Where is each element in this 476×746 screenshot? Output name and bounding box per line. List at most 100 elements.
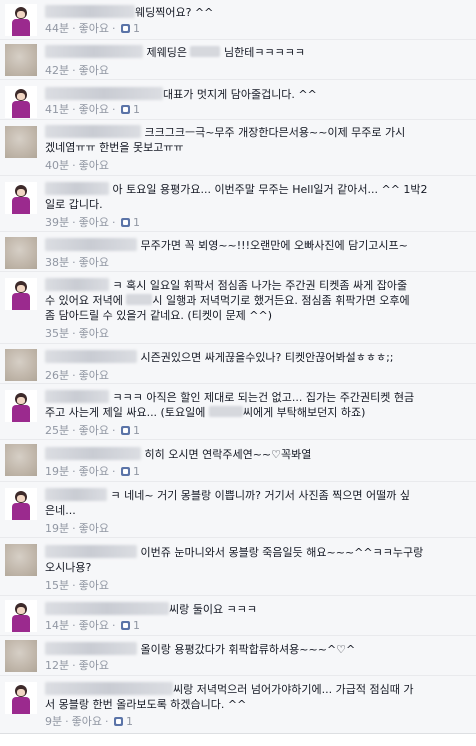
comment-body-line2: 겠네염ㅠㅠ 한번을 못보고ㅠㅠ [45,141,184,154]
comment-body-line2: 주고 사는게 제일 싸요... (토요일에 [45,406,206,419]
avatar[interactable] [5,86,37,118]
like-count[interactable]: 1 [133,619,140,632]
comment-text: 이번쥬 눈마니와서 몽블랑 죽음일듯 해요~~~^^ㅋㅋ누구랑 오시나용? [45,545,468,575]
comment-list: 웨딩찍어요? ^^ 44분 · 좋아요 · 1 제웨딩은 님한테ㅋㅋㅋㅋㅋ 42분 · 좋… [0,0,476,746]
like-thumb-icon [120,105,130,114]
timestamp[interactable]: 26분 [45,369,69,382]
comment-input[interactable] [0,733,476,746]
timestamp[interactable]: 9분 [45,715,62,728]
avatar[interactable] [5,4,37,36]
comment-text: ㅋ 혹시 일요일 휘팍서 점심좀 나가는 주간권 티켓좀 싸게 잡아줄 수 있어… [45,278,468,323]
timestamp[interactable]: 39분 [45,216,69,229]
author-name[interactable] [45,350,137,363]
avatar[interactable] [5,278,37,310]
timestamp[interactable]: 19분 [45,465,69,478]
comment-text: 무주가면 꼭 뵈영~~!!!오랜만에 오빠사진에 담기고시프~ [45,238,468,253]
avatar[interactable] [5,349,37,381]
like-count[interactable]: 1 [133,103,140,116]
avatar[interactable] [5,682,37,714]
like-count[interactable]: 1 [133,22,140,35]
avatar[interactable] [5,640,37,672]
comment-body-line2: 일로 갑니다. [45,198,103,211]
author-name[interactable] [45,87,163,100]
like-button[interactable]: 좋아요 [79,22,109,35]
comment-body-line2: 서 몽블랑 한번 올라보도록 하겠습니다. ^^ [45,698,247,711]
avatar[interactable] [5,237,37,269]
like-count[interactable]: 1 [126,715,133,728]
like-count[interactable]: 1 [133,216,140,229]
like-button[interactable]: 좋아요 [79,256,109,269]
author-name[interactable] [45,447,141,460]
avatar[interactable] [5,390,37,422]
timestamp[interactable]: 42분 [45,64,69,77]
timestamp[interactable]: 12분 [45,659,69,672]
comment: 씨랑 저녁먹으러 넘어가야하기에... 가급적 점심때 가 서 몽블랑 한번 올… [0,676,476,733]
author-name[interactable] [45,390,109,403]
author-name[interactable] [45,488,107,501]
comment: ㅋㅋㅋ 아직은 할인 제대로 되는건 없고... 집가는 주간권티켓 현금 주고… [0,384,476,440]
comment-body: 제웨딩은 [146,46,187,59]
avatar[interactable] [5,444,37,476]
comment-text: 아 토요일 용평가요... 이번주말 무주는 Hell일거 같아서... ^^ … [45,182,468,212]
author-name[interactable] [45,682,173,695]
comment: 무주가면 꼭 뵈영~~!!!오랜만에 오빠사진에 담기고시프~ 38분 · 좋아요 [0,232,476,272]
author-name[interactable] [45,182,109,195]
timestamp[interactable]: 14분 [45,619,69,632]
like-button[interactable]: 좋아요 [79,465,109,478]
author-name[interactable] [45,642,137,655]
author-name[interactable] [45,238,137,251]
comment-body: ㅋ 네네~ 거기 몽블랑 이쁩니까? 거기서 사진좀 찍으면 어떨까 싶 [110,489,411,502]
author-name[interactable] [45,602,169,615]
timestamp[interactable]: 38분 [45,256,69,269]
comment-body: 시즌권있으면 싸게끊을수있나? 티켓안끊어봐설ㅎㅎㅎ;; [140,351,394,364]
author-name[interactable] [45,45,143,58]
like-button[interactable]: 좋아요 [79,522,109,535]
like-button[interactable]: 좋아요 [79,216,109,229]
like-button[interactable]: 좋아요 [79,619,109,632]
like-button[interactable]: 좋아요 [79,369,109,382]
comment-meta: 9분 · 좋아요 · 1 [45,715,133,728]
like-button[interactable]: 좋아요 [79,579,109,592]
comment-meta: 38분 · 좋아요 [45,256,109,269]
timestamp[interactable]: 41분 [45,103,69,116]
comment-body-line2: 은네... [45,504,76,517]
timestamp[interactable]: 40분 [45,159,69,172]
like-thumb-icon [120,24,130,33]
like-button[interactable]: 좋아요 [79,64,109,77]
like-count[interactable]: 1 [133,465,140,478]
timestamp[interactable]: 35분 [45,327,69,340]
comment: 제웨딩은 님한테ㅋㅋㅋㅋㅋ 42분 · 좋아요 [0,40,476,80]
like-count[interactable]: 1 [133,424,140,437]
avatar[interactable] [5,126,37,158]
comment-meta: 44분 · 좋아요 · 1 [45,22,140,35]
like-button[interactable]: 좋아요 [79,103,109,116]
like-button[interactable]: 좋아요 [79,424,109,437]
comment-body: ㅋㅋㅋ 아직은 할인 제대로 되는건 없고... 집가는 주간권티켓 현금 [112,391,415,404]
like-button[interactable]: 좋아요 [79,659,109,672]
comment-meta: 39분 · 좋아요 · 1 [45,216,140,229]
author-name[interactable] [45,5,135,18]
avatar[interactable] [5,544,37,576]
timestamp[interactable]: 19분 [45,522,69,535]
author-name[interactable] [45,125,141,138]
avatar[interactable] [5,44,37,76]
author-name[interactable] [45,545,137,558]
like-button[interactable]: 좋아요 [79,159,109,172]
comment: ㅋ 혹시 일요일 휘팍서 점심좀 나가는 주간권 티켓좀 싸게 잡아줄 수 있어… [0,272,476,344]
comment-body: 무주가면 꼭 뵈영~~!!!오랜만에 오빠사진에 담기고시프~ [140,239,408,252]
comment-meta: 19분 · 좋아요 [45,522,109,535]
comment-text: 히히 오시면 연락주세연~~♡꼭봐열 [45,447,468,462]
author-name[interactable] [45,278,109,291]
avatar[interactable] [5,600,37,632]
timestamp[interactable]: 25분 [45,424,69,437]
avatar[interactable] [5,488,37,520]
timestamp[interactable]: 15분 [45,579,69,592]
comment-body-line2b: 시 일행과 저녁먹기로 했거든요. 점심좀 휘팍가면 오후에 [152,294,410,307]
comment-body: 대표가 멋지게 담아줄겁니다. ^^ [163,88,317,101]
avatar[interactable] [5,182,37,214]
comment-text: 웨딩찍어요? ^^ [45,5,468,20]
timestamp[interactable]: 44분 [45,22,69,35]
comment: 시즌권있으면 싸게끊을수있나? 티켓안끊어봐설ㅎㅎㅎ;; 26분 · 좋아요 [0,344,476,384]
like-button[interactable]: 좋아요 [79,327,109,340]
like-button[interactable]: 좋아요 [72,715,102,728]
